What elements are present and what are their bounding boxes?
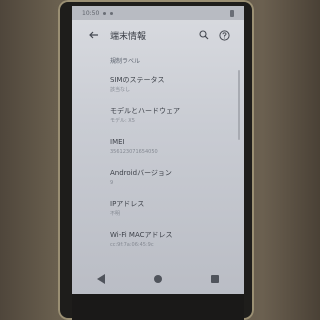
- list-item-summary: 該当なし: [110, 87, 131, 93]
- page-title: 端末情報: [110, 31, 147, 42]
- battery-icon: [230, 9, 234, 17]
- list-item-title: SIMのステータス: [110, 76, 165, 84]
- list-item-summary: モデル: X5: [110, 118, 135, 124]
- list-item-title: Androidバージョン: [110, 169, 172, 177]
- scrollbar[interactable]: [238, 70, 240, 140]
- status-bar: 10:50: [72, 6, 244, 20]
- navigation-bar: [72, 264, 244, 294]
- list-item-title: IMEI: [110, 138, 125, 146]
- list-item-summary: 不明: [110, 211, 121, 217]
- app-bar: 端末情報: [72, 20, 244, 50]
- search-icon[interactable]: [199, 30, 209, 40]
- phone-screen: 10:50 端末情報 規制ラベル SIMのステータス 該当なし モデルとハードウ…: [72, 6, 244, 306]
- list-item-title: Wi-Fi MACアドレス: [110, 231, 173, 239]
- notification-dot-icon: [103, 11, 107, 15]
- settings-list: 規制ラベル SIMのステータス 該当なし モデルとハードウェア モデル: X5 …: [110, 50, 240, 262]
- phone-bottom-bezel: [72, 294, 244, 320]
- help-icon[interactable]: [219, 29, 230, 41]
- notification-dot-icon: [110, 11, 114, 15]
- list-item-model-hardware[interactable]: モデルとハードウェア モデル: X5: [110, 107, 240, 138]
- list-item-ip-address[interactable]: IPアドレス 不明: [110, 200, 240, 231]
- list-item-android-version[interactable]: Androidバージョン 9: [110, 169, 240, 200]
- nav-back-icon[interactable]: [96, 274, 105, 284]
- nav-home-icon[interactable]: [153, 275, 162, 283]
- section-label-regulatory[interactable]: 規制ラベル: [110, 56, 240, 76]
- list-item-imei[interactable]: IMEI 356123071654050: [110, 138, 240, 169]
- list-item-summary: 9: [110, 180, 114, 186]
- list-item-title: モデルとハードウェア: [110, 107, 180, 115]
- nav-recent-apps-icon[interactable]: [211, 275, 220, 283]
- list-item-summary: cc:9f:7a:06:45:9c: [110, 242, 154, 248]
- arrow-back-icon[interactable]: [88, 29, 100, 41]
- status-time: 10:50: [82, 9, 100, 17]
- list-item-title: IPアドレス: [110, 200, 145, 208]
- list-item-sim-status[interactable]: SIMのステータス 該当なし: [110, 76, 240, 107]
- list-item-wifi-mac[interactable]: Wi-Fi MACアドレス cc:9f:7a:06:45:9c: [110, 231, 240, 262]
- list-item-summary: 356123071654050: [110, 149, 158, 155]
